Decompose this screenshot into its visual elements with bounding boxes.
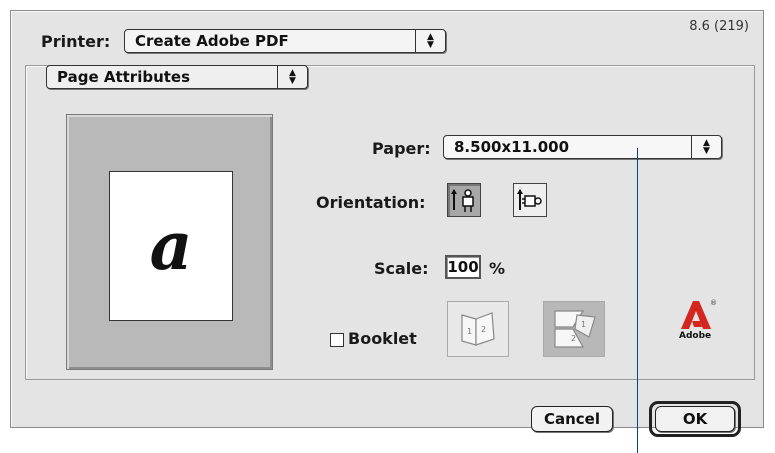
printer-popup[interactable]: Create Adobe PDF ▲ ▼ [124, 29, 446, 53]
adobe-logo-text: Adobe [679, 331, 712, 341]
paper-label: Paper: [372, 139, 431, 158]
booklet-binding-left-icon[interactable]: 1 2 [447, 301, 509, 357]
cancel-button[interactable]: Cancel [531, 406, 613, 432]
popup-arrows-icon: ▲ ▼ [415, 30, 445, 52]
paper-value: 8.500x11.000 [454, 138, 570, 156]
portrait-person-icon [451, 189, 474, 212]
printer-value: Create Adobe PDF [135, 32, 289, 50]
callout-line [637, 148, 638, 453]
scale-label: Scale: [374, 259, 429, 278]
ok-button[interactable]: OK [655, 406, 735, 432]
book-page-number: 2 [481, 325, 486, 334]
open-book-icon: 1 2 [461, 312, 495, 346]
adobe-logo: ® Adobe [679, 299, 719, 351]
flip-book-icon: 1 2 [554, 310, 596, 348]
scale-unit: % [489, 259, 506, 278]
printer-label: Printer: [41, 32, 111, 51]
orientation-label: Orientation: [316, 193, 426, 212]
page-preview: a [66, 114, 273, 370]
booklet-checkbox[interactable] [330, 333, 344, 347]
booklet-binding-top-icon[interactable]: 1 2 [543, 301, 605, 357]
preview-page: a [109, 171, 233, 321]
page-setup-dialog: 8.6 (219) Printer: Create Adobe PDF ▲ ▼ P… [10, 10, 764, 437]
registered-mark: ® [710, 299, 717, 307]
adobe-a-icon [681, 301, 711, 329]
panel-value: Page Attributes [57, 68, 191, 86]
popup-arrows-icon: ▲ ▼ [277, 66, 307, 88]
paper-popup[interactable]: 8.500x11.000 ▲ ▼ [443, 135, 722, 159]
orientation-landscape-button[interactable] [513, 183, 547, 217]
booklet-label: Booklet [348, 329, 417, 348]
book-page-number: 2 [571, 334, 576, 343]
panel-popup[interactable]: Page Attributes ▲ ▼ [46, 65, 308, 89]
popup-arrows-icon: ▲ ▼ [691, 136, 721, 158]
landscape-person-icon [517, 189, 542, 210]
version-label: 8.6 (219) [689, 19, 749, 34]
book-page-number: 1 [467, 327, 472, 336]
book-page-number: 1 [581, 320, 586, 329]
scale-input[interactable]: 100 [445, 255, 481, 279]
orientation-portrait-button[interactable] [447, 183, 481, 217]
preview-glyph: a [149, 207, 193, 285]
